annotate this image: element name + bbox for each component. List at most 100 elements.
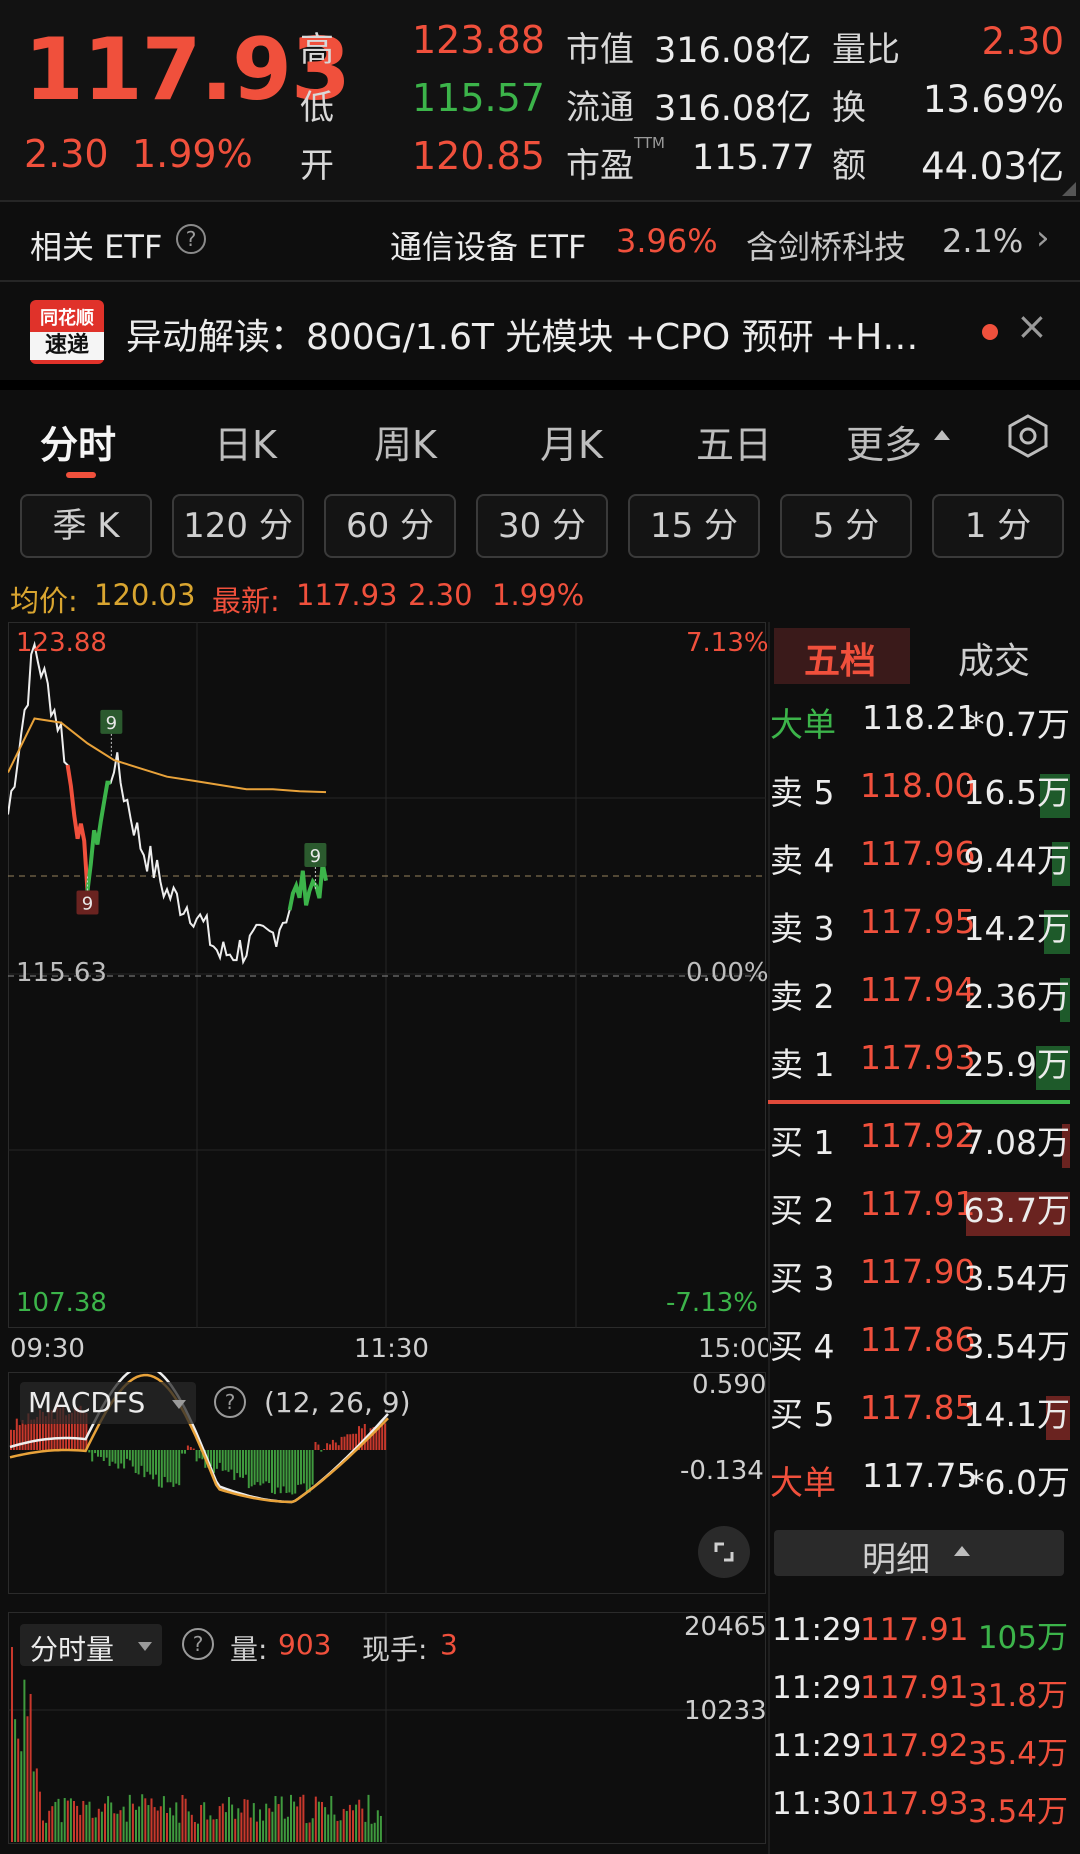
related-etf-row[interactable]: 相关 ETF ? 通信设备 ETF 3.96% 含剑桥科技 2.1% ›	[0, 202, 1080, 280]
big-buy-vol: *6.0万	[968, 1463, 1070, 1502]
macd-bar	[305, 1450, 308, 1493]
volume-bar	[231, 1804, 234, 1842]
bid-price: 117.92	[860, 1116, 976, 1155]
macd-bar	[105, 1450, 108, 1458]
macd-bar	[259, 1450, 262, 1486]
volume-bar	[54, 1801, 57, 1842]
macd-bar	[157, 1450, 160, 1487]
volume-bar	[42, 1820, 44, 1842]
volume-bar	[348, 1804, 351, 1842]
period-1m[interactable]: 1 分	[932, 494, 1064, 558]
volume-bar	[97, 1808, 100, 1842]
tick-time: 11:30	[772, 1786, 862, 1822]
ask-price: 117.95	[860, 902, 976, 941]
bid-label: 买 5	[770, 1395, 835, 1434]
volume-bar	[122, 1806, 125, 1842]
pe-value: 115.77	[692, 138, 815, 178]
macd-bar	[308, 1450, 311, 1493]
macd-bar	[326, 1443, 329, 1450]
volume-bar	[85, 1804, 88, 1842]
macd-bar	[24, 1424, 27, 1450]
macd-bar	[213, 1450, 215, 1473]
volume-bar	[107, 1796, 110, 1842]
help-icon[interactable]: ?	[176, 224, 206, 254]
ask-row: 卖 2 117.94 2.36万	[770, 970, 1070, 1030]
tick-price: 117.91	[860, 1670, 969, 1706]
macd-bar	[262, 1450, 265, 1484]
period-15m[interactable]: 15 分	[628, 494, 760, 558]
volume-bar	[91, 1817, 94, 1842]
tick-vol: 31.8万	[967, 1678, 1068, 1714]
tab-intraday[interactable]: 分时	[40, 414, 116, 469]
macd-help-icon[interactable]: ?	[214, 1386, 246, 1418]
bid-row: 买 4 117.86 3.54万	[770, 1320, 1070, 1380]
period-5m[interactable]: 5 分	[780, 494, 912, 558]
bid-label: 买 2	[770, 1191, 835, 1230]
open-label: 开	[300, 146, 334, 186]
macd-bar	[131, 1450, 134, 1467]
period-30m[interactable]: 30 分	[476, 494, 608, 558]
bid-label: 买 3	[770, 1259, 835, 1298]
volume-bar	[296, 1806, 299, 1842]
macd-bar	[166, 1450, 169, 1483]
volume-bar	[218, 1806, 221, 1842]
logo-text-bottom: 速递	[30, 332, 104, 360]
latest-value: 117.93	[296, 578, 398, 612]
volume-bar	[156, 1810, 159, 1842]
price-rise-segment	[85, 780, 111, 891]
news-text[interactable]: 异动解读：800G/1.6T 光模块 +CPO 预研 +H…	[126, 308, 956, 360]
intraday-chart[interactable]: 9 9 9	[8, 622, 766, 1328]
etf-name-1: 通信设备 ETF	[390, 228, 587, 266]
etf-pct-1: 3.96%	[616, 222, 718, 260]
trade-tick-row: 11:30 117.93 3.54万	[772, 1786, 1072, 1842]
volume-value: 903	[278, 1628, 332, 1661]
bid-label: 买 1	[770, 1123, 835, 1162]
macd-bar	[192, 1448, 195, 1450]
volume-help-icon[interactable]: ?	[182, 1628, 214, 1660]
settings-hex-icon[interactable]	[1004, 412, 1052, 460]
volume-bar	[221, 1803, 224, 1842]
time-mid-label: 11:30	[354, 1334, 429, 1364]
volume-bar	[147, 1805, 150, 1842]
volume-bar	[48, 1810, 51, 1842]
tab-order-book[interactable]: 五档	[804, 632, 876, 684]
volume-ratio-value: 2.30	[981, 20, 1064, 63]
tab-weekly-k[interactable]: 周K	[374, 414, 437, 469]
tab-monthly-k[interactable]: 月K	[540, 414, 603, 469]
close-icon[interactable]: ×	[1016, 304, 1048, 348]
volume-bar	[29, 1693, 32, 1842]
chart-max-pct: 7.13%	[686, 628, 769, 658]
volume-bar	[249, 1817, 252, 1842]
big-sell-vol: *0.7万	[968, 705, 1070, 744]
macd-bottom-label: -0.134	[680, 1456, 764, 1486]
volume-bar	[190, 1814, 193, 1842]
macd-bar	[337, 1445, 340, 1450]
period-quarter-k[interactable]: 季 K	[20, 494, 152, 558]
volume-bar	[172, 1815, 175, 1842]
macd-bar	[320, 1450, 323, 1452]
macd-bar	[384, 1423, 387, 1450]
bid-vol: 14.1万	[963, 1395, 1070, 1434]
marker-label: 9	[310, 846, 321, 867]
volume-bar	[277, 1804, 280, 1842]
volume-bar	[178, 1822, 181, 1842]
tab-trades[interactable]: 成交	[958, 632, 1030, 684]
volume-bar	[243, 1799, 246, 1842]
signal-marker-down: 9	[76, 876, 99, 915]
period-60m[interactable]: 60 分	[324, 494, 456, 558]
tab-daily-k[interactable]: 日K	[214, 414, 277, 469]
volume-bar	[370, 1823, 373, 1842]
bid-vol: 3.54万	[963, 1259, 1070, 1298]
avg-price-label: 均价:	[10, 584, 78, 618]
marker-label: 9	[82, 893, 93, 914]
macd-bar	[88, 1450, 91, 1453]
tab-five-day[interactable]: 五日	[696, 414, 772, 469]
volume-bar	[69, 1798, 72, 1842]
period-120m[interactable]: 120 分	[172, 494, 304, 558]
tab-more[interactable]: 更多	[846, 414, 922, 469]
latest-change: 2.30	[408, 578, 473, 612]
expand-corner-icon[interactable]	[1062, 182, 1076, 196]
fullscreen-button[interactable]	[698, 1526, 750, 1578]
float-value: 316.08亿	[654, 89, 812, 129]
volume-bar	[138, 1806, 141, 1842]
